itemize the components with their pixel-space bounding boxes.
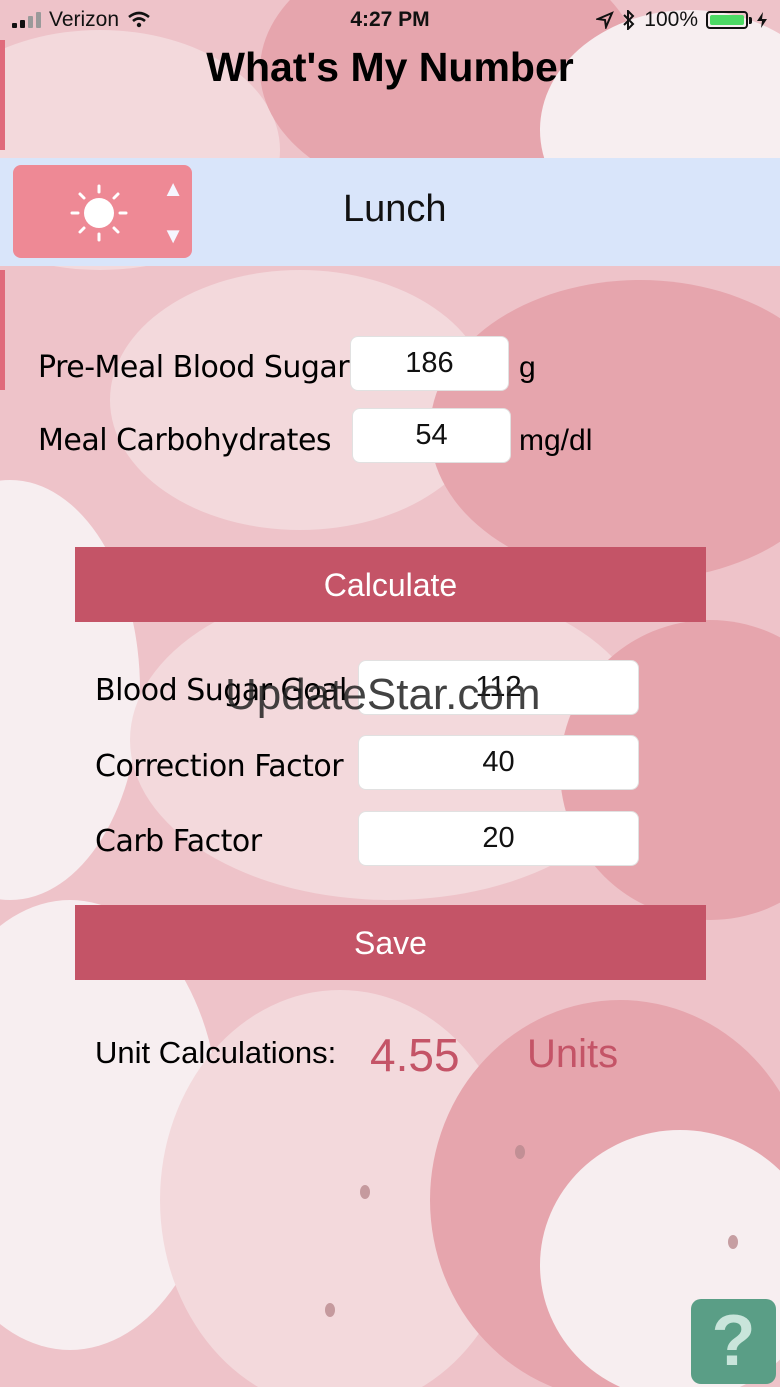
watermark: UpdateStar.com	[225, 670, 541, 719]
unit-calculations-label: Unit Calculations:	[95, 1035, 337, 1070]
bluetooth-icon	[623, 10, 635, 30]
calculate-button[interactable]: Calculate	[75, 547, 706, 622]
meal-carbohydrates-label: Meal Carbohydrates	[38, 423, 332, 458]
sun-icon	[70, 184, 128, 242]
save-button[interactable]: Save	[75, 905, 706, 980]
carb-factor-label: Carb Factor	[95, 824, 262, 859]
correction-factor-input[interactable]	[358, 735, 639, 790]
battery-icon	[706, 11, 752, 29]
correction-factor-label: Correction Factor	[95, 749, 344, 784]
chevron-up-icon[interactable]: ▲	[162, 178, 184, 200]
unit-calculations-unit: Units	[527, 1032, 619, 1076]
status-bar: Verizon 4:27 PM 100%	[0, 0, 780, 40]
app-title: What's My Number	[206, 44, 574, 90]
charging-icon	[757, 12, 767, 28]
location-icon	[596, 11, 615, 29]
pre-meal-blood-sugar-input[interactable]	[350, 336, 509, 391]
pre-meal-blood-sugar-unit: g	[519, 351, 536, 384]
meal-carbohydrates-input[interactable]	[352, 408, 511, 463]
pre-meal-blood-sugar-label: Pre-Meal Blood Sugar	[38, 350, 350, 385]
meal-carbohydrates-unit: mg/dl	[519, 424, 593, 457]
chevron-down-icon[interactable]: ▼	[162, 225, 184, 247]
selected-meal-label: Lunch	[343, 188, 447, 230]
battery-percent: 100%	[644, 8, 698, 31]
left-accent-strip	[0, 270, 5, 390]
help-button[interactable]: ?	[691, 1299, 776, 1384]
meal-selector-band: ▲ ▼ Lunch	[0, 158, 780, 266]
unit-calculations-value: 4.55	[370, 1029, 460, 1081]
meal-picker[interactable]: ▲ ▼	[13, 165, 192, 258]
carb-factor-input[interactable]	[358, 811, 639, 866]
